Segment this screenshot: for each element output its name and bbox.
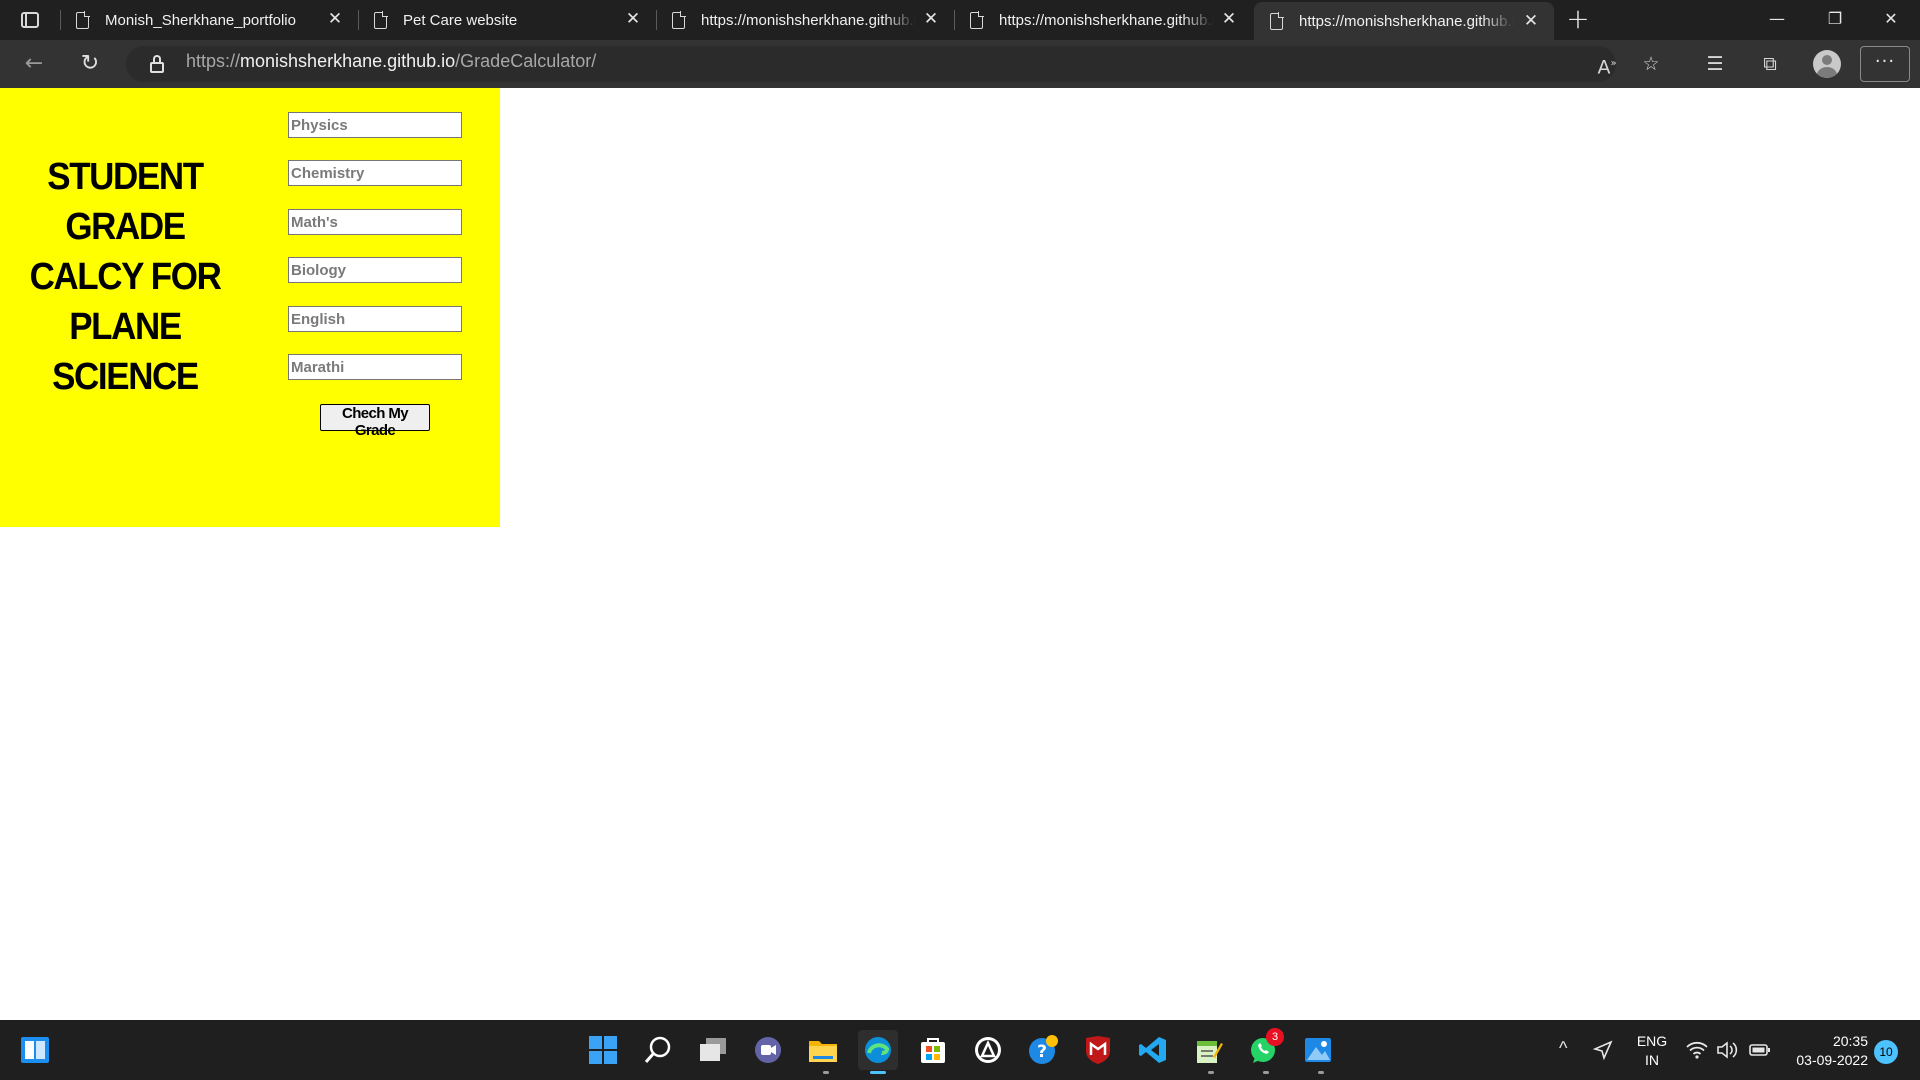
tab-actions-button[interactable] — [10, 4, 50, 36]
grade-calculator-panel: STUDENT GRADE CALCY FOR PLANE SCIENCE Ch… — [0, 88, 500, 527]
english-input[interactable] — [288, 306, 462, 332]
tab[interactable]: Monish_Sherkhane_portfolio ✕ — [60, 0, 358, 40]
favorites-icon[interactable]: ☰ — [1698, 47, 1732, 81]
biology-input[interactable] — [288, 257, 462, 283]
widgets-icon[interactable] — [15, 1030, 55, 1070]
tab[interactable]: https://monishsherkhane.github.io/ ✕ — [954, 0, 1252, 40]
tab-actions-icon — [21, 12, 39, 28]
input-language[interactable]: ENG IN — [1630, 1032, 1674, 1070]
svg-text:?: ? — [1037, 1042, 1047, 1062]
url-host: monishsherkhane.github.io — [240, 51, 456, 71]
close-tab-icon[interactable]: ✕ — [1220, 10, 1238, 28]
new-tab-icon[interactable]: + — [1562, 4, 1594, 36]
running-indicator — [823, 1071, 829, 1074]
add-favorite-icon[interactable]: ☆ — [1634, 47, 1668, 81]
help-icon[interactable]: ? — [1023, 1030, 1063, 1070]
notification-count-badge[interactable]: 10 — [1874, 1040, 1898, 1064]
search-icon[interactable] — [638, 1030, 678, 1070]
clock[interactable]: 20:35 03-09-2022 — [1784, 1032, 1868, 1070]
url-scheme: https:// — [186, 51, 241, 71]
address-url[interactable]: https://monishsherkhane.github.io/GradeC… — [186, 51, 596, 72]
tab[interactable]: Pet Care website ✕ — [358, 0, 656, 40]
clock-date: 03-09-2022 — [1796, 1052, 1868, 1068]
photos-icon[interactable] — [1298, 1030, 1338, 1070]
collections-icon[interactable]: ⧉ — [1753, 47, 1787, 81]
whatsapp-badge: 3 — [1266, 1028, 1284, 1046]
store-icon[interactable] — [913, 1030, 953, 1070]
profile-avatar[interactable] — [1813, 50, 1841, 78]
vpn-icon[interactable] — [968, 1030, 1008, 1070]
maths-input[interactable] — [288, 209, 462, 235]
page-icon — [672, 10, 686, 29]
tab-strip: Monish_Sherkhane_portfolio ✕ Pet Care we… — [0, 0, 1920, 40]
close-tab-icon[interactable]: ✕ — [326, 10, 344, 28]
more-options-icon[interactable]: ··· — [1860, 46, 1910, 82]
show-hidden-icons-icon[interactable]: ^ — [1559, 1038, 1567, 1059]
page-icon — [970, 10, 984, 29]
vscode-icon[interactable] — [1133, 1030, 1173, 1070]
mcafee-icon[interactable] — [1078, 1030, 1118, 1070]
close-tab-icon[interactable]: ✕ — [922, 10, 940, 28]
page-icon — [76, 10, 90, 29]
page-icon — [374, 10, 388, 29]
tab-title: https://monishsherkhane.github.io/ — [701, 11, 916, 29]
region-label: IN — [1645, 1052, 1659, 1068]
tab-title: https://monishsherkhane.github.io/ — [1299, 12, 1514, 30]
lock-icon[interactable] — [149, 54, 165, 74]
running-indicator — [1263, 1071, 1269, 1074]
clock-time: 20:35 — [1832, 1033, 1868, 1049]
tab-title: Monish_Sherkhane_portfolio — [105, 11, 296, 29]
web-page: STUDENT GRADE CALCY FOR PLANE SCIENCE Ch… — [0, 88, 1920, 1020]
page-icon — [1270, 11, 1284, 30]
running-indicator-active — [870, 1071, 886, 1074]
wifi-icon[interactable] — [1682, 1030, 1712, 1070]
tab[interactable]: https://monishsherkhane.github.io/ ✕ — [656, 0, 954, 40]
start-icon[interactable] — [583, 1030, 623, 1070]
read-aloud-icon[interactable]: A» — [1590, 47, 1624, 81]
teams-chat-icon[interactable] — [748, 1030, 788, 1070]
battery-icon[interactable] — [1745, 1030, 1775, 1070]
check-grade-button[interactable]: Chech My Grade — [320, 404, 430, 439]
physics-input[interactable] — [288, 112, 462, 138]
language-label: ENG — [1636, 1033, 1668, 1049]
running-indicator — [1318, 1071, 1324, 1074]
task-view-icon[interactable] — [693, 1030, 733, 1070]
close-window-icon[interactable]: ✕ — [1862, 0, 1920, 40]
tab-title: https://monishsherkhane.github.io/ — [999, 11, 1214, 29]
volume-icon[interactable] — [1712, 1030, 1742, 1070]
page-title: STUDENT GRADE CALCY FOR PLANE SCIENCE — [29, 156, 222, 398]
restore-icon[interactable]: ❐ — [1806, 0, 1864, 40]
running-indicator — [1208, 1071, 1214, 1074]
url-path: /GradeCalculator/ — [455, 51, 597, 71]
back-icon[interactable]: ← — [18, 48, 50, 80]
tab-active[interactable]: https://monishsherkhane.github.io/ ✕ — [1254, 2, 1554, 40]
file-explorer-icon[interactable] — [803, 1030, 843, 1070]
tab-title: Pet Care website — [403, 11, 518, 29]
marathi-input[interactable] — [288, 354, 462, 380]
chemistry-input[interactable] — [288, 160, 462, 186]
close-tab-icon[interactable]: ✕ — [1522, 12, 1540, 30]
notepad-icon[interactable] — [1188, 1030, 1228, 1070]
location-icon[interactable] — [1588, 1030, 1618, 1070]
minimize-icon[interactable]: — — [1748, 0, 1806, 40]
edge-icon[interactable] — [858, 1030, 898, 1070]
refresh-icon[interactable]: ↻ — [74, 48, 106, 80]
close-tab-icon[interactable]: ✕ — [624, 10, 642, 28]
